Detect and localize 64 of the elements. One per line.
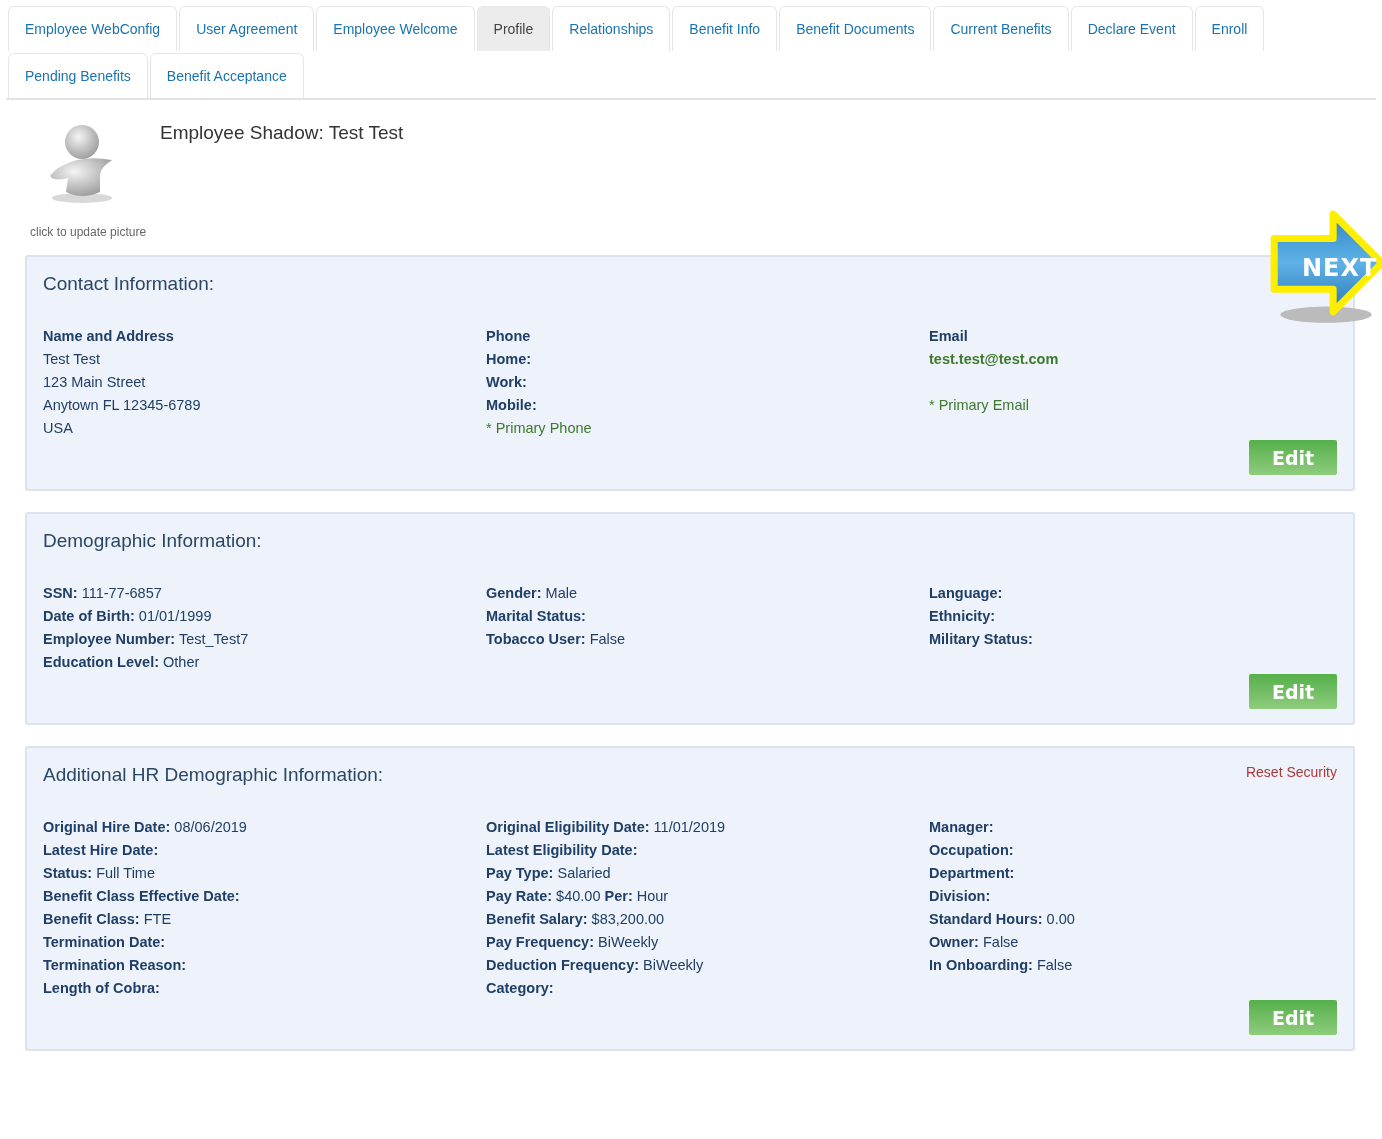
- tab[interactable]: Declare Event: [1070, 6, 1193, 51]
- note-text: * Primary Phone: [486, 419, 593, 438]
- address-line: 123 Main Street: [43, 373, 147, 392]
- field-line: Owner: False: [929, 933, 1020, 952]
- field-label: Marital Status:: [486, 607, 587, 626]
- field-label: Length of Cobra:: [43, 979, 161, 998]
- field-label: Benefit Class Effective Date:: [43, 887, 241, 906]
- field-line: Benefit Salary: $83,200.00: [486, 910, 666, 929]
- column-heading: Phone: [486, 327, 532, 346]
- field-line: Pay Rate: $40.00 Per: Hour: [486, 887, 670, 906]
- field-label: Termination Date:: [43, 933, 167, 952]
- field-label: Occupation:: [929, 841, 1015, 860]
- field-line: Date of Birth: 01/01/1999: [43, 607, 213, 626]
- tab[interactable]: Pending Benefits: [8, 53, 148, 98]
- field-line: Benefit Class: FTE: [43, 910, 173, 929]
- panel-title: Additional HR Demographic Information:: [43, 764, 384, 786]
- update-picture-link[interactable]: click to update picture: [30, 225, 160, 239]
- note-text: * Primary Email: [929, 396, 1030, 415]
- field-line: Pay Type: Salaried: [486, 864, 612, 883]
- field-label: Department:: [929, 864, 1016, 883]
- tab[interactable]: User Agreement: [179, 6, 315, 51]
- field-line: Gender: Male: [486, 584, 579, 603]
- tab[interactable]: Employee WebConfig: [8, 6, 178, 51]
- address-line: Anytown FL 12345-6789: [43, 396, 202, 415]
- address-line: USA: [43, 419, 74, 438]
- email-address: test.test@test.com: [929, 350, 1060, 369]
- field-line: Original Hire Date: 08/06/2019: [43, 818, 248, 837]
- field-line: Standard Hours: 0.00: [929, 910, 1076, 929]
- field-line: In Onboarding: False: [929, 956, 1074, 975]
- field-label: Category:: [486, 979, 555, 998]
- reset-security-link[interactable]: Reset Security: [1245, 764, 1337, 780]
- tab[interactable]: Current Benefits: [933, 6, 1069, 51]
- field-line: Pay Frequency: BiWeekly: [486, 933, 660, 952]
- field-line: SSN: 111-77-6857: [43, 584, 163, 603]
- panel-title: Demographic Information:: [43, 530, 262, 552]
- panel-title: Contact Information:: [43, 273, 215, 295]
- tab[interactable]: Profile: [476, 6, 551, 51]
- field-label: Mobile:: [486, 396, 538, 415]
- field-label: Military Status:: [929, 630, 1034, 649]
- field-label: Ethnicity:: [929, 607, 997, 626]
- tab[interactable]: Benefit Acceptance: [149, 53, 304, 98]
- column-heading: Email: [929, 327, 969, 346]
- field-label: Home:: [486, 350, 533, 369]
- tab[interactable]: Enroll: [1194, 6, 1265, 51]
- field-label: Language:: [929, 584, 1004, 603]
- field-label: Latest Eligibility Date:: [486, 841, 639, 860]
- field-line: Original Eligibility Date: 11/01/2019: [486, 818, 727, 837]
- field-label: Manager:: [929, 818, 995, 837]
- address-line: Test Test: [43, 350, 101, 369]
- field-label: Division:: [929, 887, 992, 906]
- field-label: Termination Reason:: [43, 956, 188, 975]
- column-heading: Name and Address: [43, 327, 175, 346]
- field-label: Latest Hire Date:: [43, 841, 160, 860]
- field-line: Status: Full Time: [43, 864, 156, 883]
- employee-title: Employee Shadow: Test Test: [160, 122, 404, 145]
- field-line: Tobacco User: False: [486, 630, 627, 649]
- field-line: Employee Number: Test_Test7: [43, 630, 250, 649]
- tab[interactable]: Benefit Documents: [779, 6, 932, 51]
- field-label: Work:: [486, 373, 528, 392]
- field-line: Deduction Frequency: BiWeekly: [486, 956, 705, 975]
- tab[interactable]: Benefit Info: [672, 6, 778, 51]
- tab[interactable]: Employee Welcome: [316, 6, 475, 51]
- field-line: Education Level: Other: [43, 653, 201, 672]
- tab[interactable]: Relationships: [552, 6, 671, 51]
